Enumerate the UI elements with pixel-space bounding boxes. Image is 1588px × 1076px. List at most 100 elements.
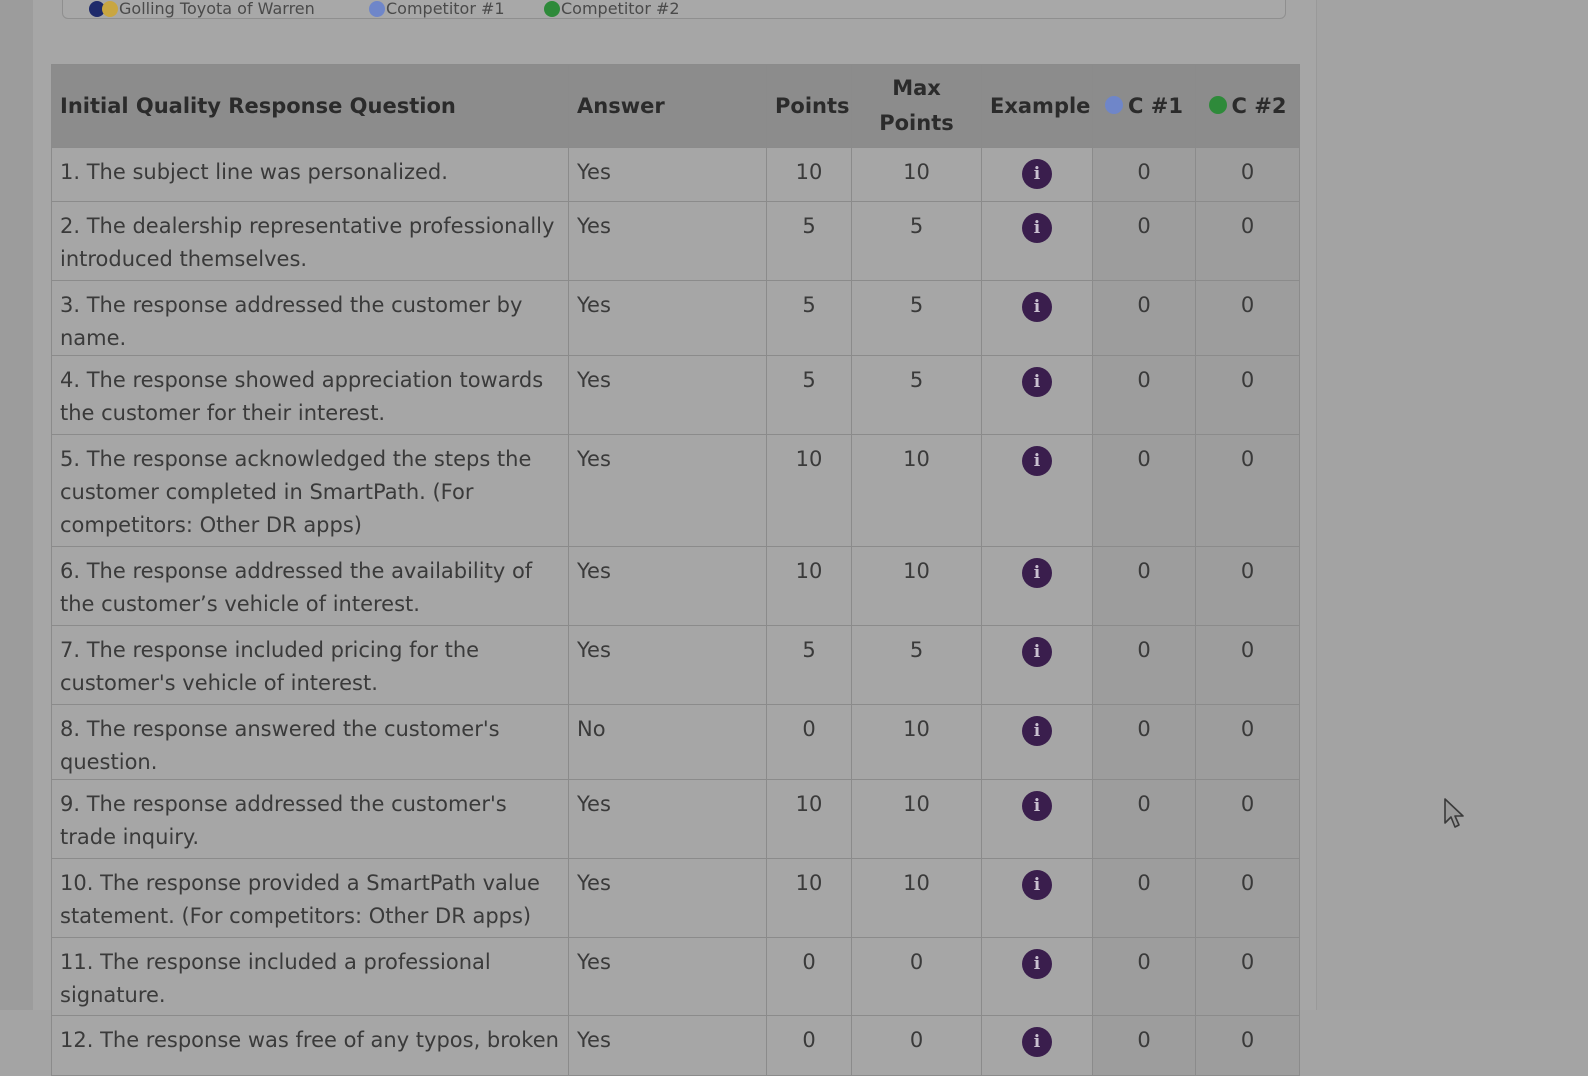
example-cell: i [981, 704, 1093, 780]
max-points-cell: 10 [851, 779, 982, 859]
c1-dot [1105, 95, 1124, 114]
question-cell: 8. The response answered the customer's … [51, 704, 569, 780]
answer-cell: Yes [568, 858, 767, 938]
answer-cell: Yes [568, 937, 767, 1016]
c1-score-cell: 0 [1092, 1015, 1196, 1076]
table-row: 1. The subject line was personalized. Yes… [51, 147, 1300, 202]
question-cell: 11. The response included a professional… [51, 937, 569, 1016]
info-circle-icon[interactable]: i [1022, 213, 1052, 243]
legend-item-competitor-1: Competitor #1 [369, 0, 505, 18]
left-margin-strip [0, 0, 34, 1010]
table-row: 11. The response included a professional… [51, 937, 1300, 1016]
example-cell: i [981, 779, 1093, 859]
question-cell: 5. The response acknowledged the steps t… [51, 434, 569, 547]
c2-score-cell: 0 [1195, 625, 1300, 705]
info-circle-icon[interactable]: i [1022, 446, 1052, 476]
question-cell: 9. The response addressed the customer's… [51, 779, 569, 859]
max-points-cell: 5 [851, 355, 982, 435]
question-cell: 7. The response included pricing for the… [51, 625, 569, 705]
question-cell: 12. The response was free of any typos, … [51, 1015, 569, 1076]
c2-score-cell: 0 [1195, 1015, 1300, 1076]
c2-label: C #2 [1231, 93, 1287, 118]
points-cell: 0 [766, 937, 852, 1016]
max-points-cell: 0 [851, 1015, 982, 1076]
c1-score-cell: 0 [1092, 625, 1196, 705]
column-header-answer: Answer [568, 64, 767, 148]
answer-cell: Yes [568, 546, 767, 626]
question-cell: 3. The response addressed the customer b… [51, 280, 569, 356]
c1-score-cell: 0 [1092, 704, 1196, 780]
example-cell: i [981, 434, 1093, 547]
table-row: 9. The response addressed the customer's… [51, 779, 1300, 859]
c1-score-cell: 0 [1092, 355, 1196, 435]
table-row: 2. The dealership representative profess… [51, 201, 1300, 281]
table-row: 4. The response showed appreciation towa… [51, 355, 1300, 435]
info-circle-icon[interactable]: i [1022, 791, 1052, 821]
info-circle-icon[interactable]: i [1022, 716, 1052, 746]
table-row: 10. The response provided a SmartPath va… [51, 858, 1300, 938]
table-row: 5. The response acknowledged the steps t… [51, 434, 1300, 547]
max-points-cell: 0 [851, 937, 982, 1016]
column-header-c1: C #1 [1092, 64, 1196, 148]
answer-cell: Yes [568, 280, 767, 356]
max-points-cell: 10 [851, 858, 982, 938]
quality-response-table: Initial Quality Response Question Answer… [51, 64, 1300, 1076]
c1-score-cell: 0 [1092, 546, 1196, 626]
points-cell: 10 [766, 779, 852, 859]
c2-score-cell: 0 [1195, 704, 1300, 780]
max-points-cell: 5 [851, 201, 982, 281]
info-circle-icon[interactable]: i [1022, 637, 1052, 667]
info-circle-icon[interactable]: i [1022, 870, 1052, 900]
points-cell: 10 [766, 858, 852, 938]
c1-score-cell: 0 [1092, 937, 1196, 1016]
answer-cell: No [568, 704, 767, 780]
legend-dot-competitor-1 [369, 0, 385, 17]
points-cell: 10 [766, 546, 852, 626]
column-header-max-points: Max Points [851, 64, 982, 148]
c1-score-cell: 0 [1092, 858, 1196, 938]
info-circle-icon[interactable]: i [1022, 159, 1052, 189]
answer-cell: Yes [568, 434, 767, 547]
legend: Golling Toyota of Warren Competitor #1 C… [62, 0, 1286, 19]
example-cell: i [981, 1015, 1093, 1076]
column-header-example: Example [981, 64, 1093, 148]
info-circle-icon[interactable]: i [1022, 1027, 1052, 1057]
example-cell: i [981, 625, 1093, 705]
c1-label: C #1 [1128, 93, 1183, 118]
c1-score-cell: 0 [1092, 280, 1196, 356]
info-circle-icon[interactable]: i [1022, 367, 1052, 397]
legend-item-competitor-2: Competitor #2 [544, 0, 680, 18]
table-row: 8. The response answered the customer's … [51, 704, 1300, 780]
column-header-question: Initial Quality Response Question [51, 64, 569, 148]
points-cell: 10 [766, 147, 852, 202]
example-cell: i [981, 355, 1093, 435]
example-cell: i [981, 280, 1093, 356]
points-cell: 10 [766, 434, 852, 547]
answer-cell: Yes [568, 355, 767, 435]
max-points-cell: 10 [851, 704, 982, 780]
c1-score-cell: 0 [1092, 434, 1196, 547]
max-points-cell: 5 [851, 625, 982, 705]
table-row: 12. The response was free of any typos, … [51, 1015, 1300, 1076]
info-circle-icon[interactable]: i [1022, 949, 1052, 979]
legend-dot-competitor-2 [544, 0, 560, 17]
example-cell: i [981, 937, 1093, 1016]
info-circle-icon[interactable]: i [1022, 558, 1052, 588]
question-cell: 4. The response showed appreciation towa… [51, 355, 569, 435]
answer-cell: Yes [568, 779, 767, 859]
c2-score-cell: 0 [1195, 147, 1300, 202]
legend-label-competitor-2: Competitor #2 [561, 0, 680, 18]
legend-dot-dealer-gold [102, 0, 118, 17]
c1-score-cell: 0 [1092, 779, 1196, 859]
c2-score-cell: 0 [1195, 355, 1300, 435]
example-cell: i [981, 147, 1093, 202]
c2-dot [1208, 95, 1227, 114]
info-circle-icon[interactable]: i [1022, 292, 1052, 322]
right-blank-area [1317, 0, 1588, 1010]
max-points-cell: 10 [851, 147, 982, 202]
c2-score-cell: 0 [1195, 201, 1300, 281]
max-points-cell: 10 [851, 434, 982, 547]
table-row: 7. The response included pricing for the… [51, 625, 1300, 705]
answer-cell: Yes [568, 147, 767, 202]
legend-label-competitor-1: Competitor #1 [386, 0, 505, 18]
